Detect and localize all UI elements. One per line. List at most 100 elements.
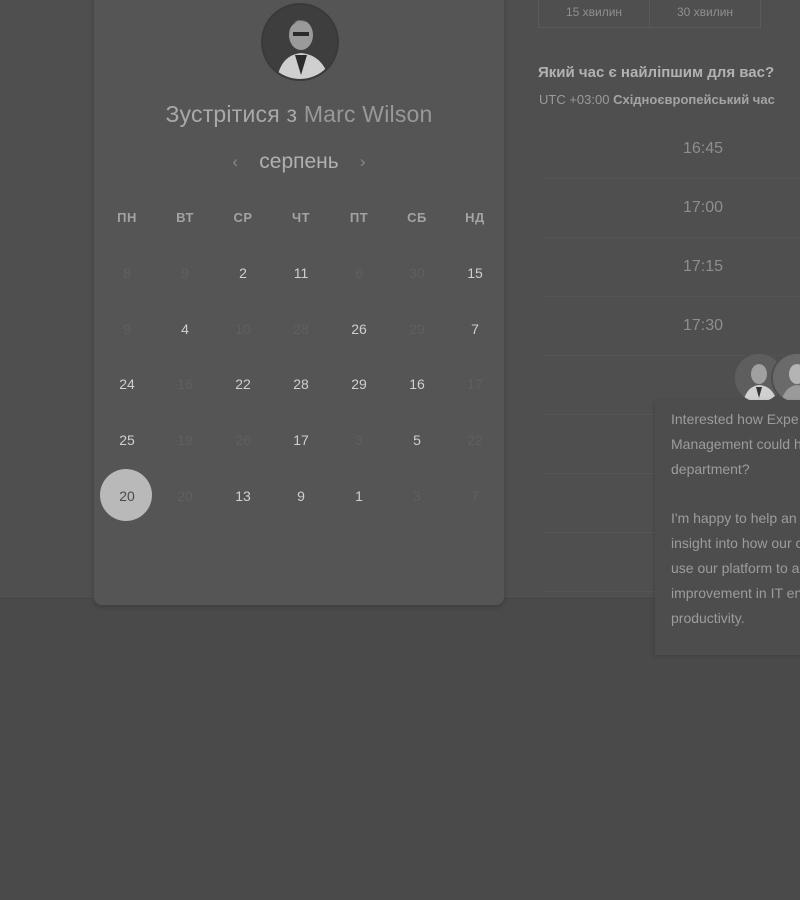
calendar-day: 3 — [388, 468, 446, 524]
calendar-day: 16 — [156, 357, 214, 413]
calendar-day[interactable]: 1 — [330, 468, 388, 524]
chat-line: Management could h — [671, 435, 800, 452]
calendar-day-label: 4 — [181, 320, 189, 337]
calendar-day: 9 — [98, 301, 156, 357]
calendar-day[interactable]: 22 — [214, 357, 272, 413]
chat-message: Interested how Expe Management could h dep… — [671, 407, 800, 655]
calendar-day[interactable]: 11 — [272, 245, 330, 301]
calendar-day: 17 — [446, 357, 504, 413]
calendar-day[interactable]: 29 — [330, 357, 388, 413]
calendar-day-label: 7 — [471, 488, 479, 505]
calendar-day[interactable]: 25 — [98, 412, 156, 468]
duration-tab[interactable]: 15 хвилин — [538, 0, 650, 28]
calendar-day-label: 26 — [351, 320, 367, 337]
calendar-day-label: 9 — [123, 320, 131, 337]
calendar-day-label: 11 — [293, 264, 309, 281]
calendar-day: 30 — [388, 245, 446, 301]
calendar-day[interactable]: 5 — [388, 412, 446, 468]
time-slot[interactable]: 17:30 — [543, 297, 800, 356]
calendar-day-label: 1 — [355, 488, 363, 505]
month-navigator: ‹ серпень › — [94, 146, 504, 178]
weekday-label: ЧТ — [291, 210, 311, 225]
chevron-right-icon[interactable]: › — [353, 152, 373, 172]
calendar-day[interactable]: 24 — [98, 357, 156, 413]
time-slot[interactable]: 17:00 — [543, 179, 800, 238]
weekday-label: ПТ — [349, 210, 369, 225]
time-question: Який час є найліпшим для вас? — [538, 64, 775, 81]
time-slot[interactable]: 16:45 — [543, 120, 800, 179]
calendar-day-label: 22 — [467, 432, 483, 449]
calendar-day-selected[interactable]: 20 — [98, 468, 156, 524]
calendar-day-label: 29 — [409, 320, 425, 337]
calendar-day[interactable]: 26 — [330, 301, 388, 357]
calendar-day-label: 16 — [177, 376, 193, 393]
chat-paragraph: Interested how Expe Management could h dep… — [671, 407, 800, 481]
calendar-day: 10 — [214, 301, 272, 357]
calendar-day: 28 — [272, 301, 330, 357]
calendar-day-label: 17 — [467, 376, 483, 393]
time-slot[interactable]: 17:15 — [543, 238, 800, 297]
days-grid: 8 9 2 11 6 30 15 9 4 10 28 26 29 7 24 16 22 28 29 16 17 25 19 2… — [98, 245, 504, 524]
calendar-day-label: 17 — [293, 432, 309, 449]
calendar-day-label: 3 — [355, 432, 363, 449]
calendar-day[interactable]: 7 — [446, 301, 504, 357]
meeting-title: Зустрітися з Marc Wilson — [94, 101, 504, 128]
calendar-day-label: 13 — [235, 488, 251, 505]
calendar-day[interactable]: 17 — [272, 412, 330, 468]
calendar-day[interactable]: 15 — [446, 245, 504, 301]
chat-line: productivity. — [671, 609, 745, 626]
calendar-day-label: 5 — [413, 432, 421, 449]
calendar-day-label: 28 — [293, 320, 309, 337]
calendar-day-label: 26 — [235, 432, 251, 449]
calendar-day-label: 9 — [297, 488, 305, 505]
weekday-label: СР — [233, 210, 253, 225]
weekday-header: ПН ВТ СР ЧТ ПТ СБ НД — [98, 210, 504, 225]
calendar-day-label: 20 — [177, 488, 193, 505]
calendar-day-label: 6 — [355, 264, 363, 281]
chevron-left-icon[interactable]: ‹ — [225, 152, 245, 172]
calendar-day-label: 30 — [409, 264, 425, 281]
duration-tabs: 15 хвилин 30 хвилин — [538, 0, 761, 28]
calendar-day[interactable]: 2 — [214, 245, 272, 301]
calendar-day[interactable]: 13 — [214, 468, 272, 524]
chat-line: insight into how our c — [671, 535, 800, 552]
calendar-day-label: 22 — [235, 376, 251, 393]
calendar-day: 22 — [446, 412, 504, 468]
calendar-day: 19 — [156, 412, 214, 468]
weekday-label: ВТ — [176, 210, 194, 225]
host-name: Marc Wilson — [303, 101, 433, 127]
calendar-day-label: 10 — [235, 320, 251, 337]
chat-line: department? — [671, 460, 750, 477]
calendar-day[interactable]: 16 — [388, 357, 446, 413]
weekday-label: НД — [465, 210, 485, 225]
chat-line: use our platform to a — [671, 559, 800, 576]
calendar-day: 3 — [330, 412, 388, 468]
chat-line: Interested how Expe — [671, 411, 799, 427]
calendar-day-label: 19 — [177, 432, 193, 449]
weekday-label: СБ — [407, 210, 427, 225]
calendar-day-label: 24 — [119, 376, 135, 393]
calendar-day-label: 8 — [123, 264, 131, 281]
calendar-day-label: 16 — [409, 376, 425, 393]
timezone-offset: UTC +03:00 — [539, 92, 610, 107]
duration-tab[interactable]: 30 хвилин — [649, 0, 761, 28]
calendar-day[interactable]: 4 — [156, 301, 214, 357]
calendar-day[interactable]: 28 — [272, 357, 330, 413]
calendar-day-label: 3 — [413, 488, 421, 505]
calendar-day: 6 — [330, 245, 388, 301]
timezone-name: Східноєвропейський час — [613, 92, 775, 107]
calendar-day: 26 — [214, 412, 272, 468]
month-label: серпень — [259, 150, 339, 173]
timezone-line[interactable]: UTC +03:00 Східноєвропейський час — [539, 92, 775, 107]
host-avatar — [261, 3, 339, 81]
calendar-day-label: 9 — [181, 264, 189, 281]
calendar-day-label: 29 — [351, 376, 367, 393]
calendar-day[interactable]: 9 — [272, 468, 330, 524]
calendar-day-label: 7 — [471, 320, 479, 337]
calendar-day: 29 — [388, 301, 446, 357]
calendar-day-label: 20 — [119, 488, 135, 505]
chat-line: improvement in IT en — [671, 584, 800, 601]
calendar-day-label: 2 — [239, 264, 247, 281]
chat-line: I'm happy to help an — [671, 510, 797, 527]
calendar-day-label: 25 — [119, 432, 135, 449]
